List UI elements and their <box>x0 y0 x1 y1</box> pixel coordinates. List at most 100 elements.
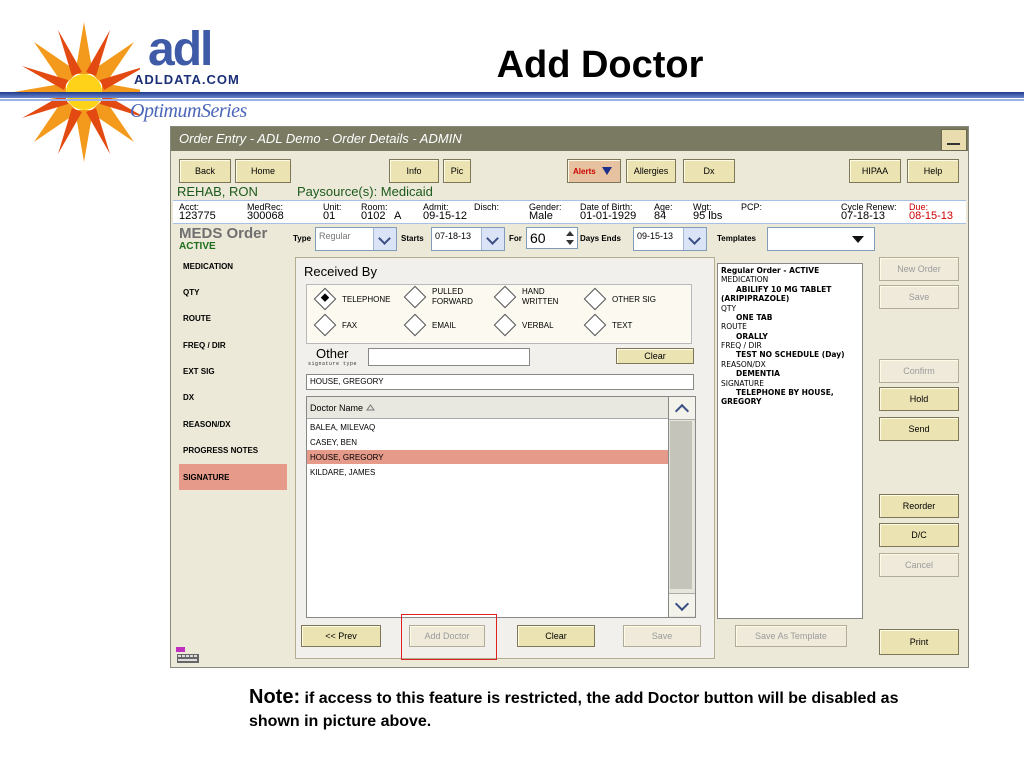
sidebar-item-ext-sig[interactable]: EXT SIG <box>179 358 287 384</box>
keyboard-icon[interactable] <box>175 646 201 665</box>
back-button[interactable]: Back <box>179 159 231 183</box>
alerts-label: Alerts <box>573 166 596 176</box>
note-text: if access to this feature is restricted,… <box>249 690 899 730</box>
triangle-down-icon <box>852 236 864 243</box>
note-label: Note: <box>249 686 301 708</box>
signature-panel: Received By TELEPHONE PULLED FORWARD HAND … <box>295 257 715 659</box>
templates-select[interactable] <box>767 227 875 251</box>
scroll-up-button[interactable] <box>669 397 695 420</box>
window-titlebar: Order Entry - ADL Demo - Order Details -… <box>171 127 968 151</box>
table-row[interactable]: KILDARE, JAMES <box>307 465 669 479</box>
sidebar-item-freq-dir[interactable]: FREQ / DIR <box>179 332 287 358</box>
templates-label: Templates <box>717 234 756 243</box>
age-value: 84 <box>654 210 667 222</box>
type-label: Type <box>293 234 312 243</box>
clear-button[interactable]: Clear <box>517 625 595 647</box>
for-stepper[interactable]: 60 <box>526 227 578 249</box>
alerts-button[interactable]: Alerts <box>567 159 621 183</box>
radio-email[interactable]: EMAIL <box>403 313 457 337</box>
hold-button[interactable]: Hold <box>879 387 959 411</box>
diamond-radio-icon <box>313 287 337 311</box>
diamond-radio-icon <box>493 313 517 337</box>
signature-value-field[interactable]: HOUSE, GREGORY <box>306 374 694 390</box>
days-ends-label: Days Ends <box>580 234 621 243</box>
save-as-template-button[interactable]: Save As Template <box>735 625 847 647</box>
preview-line: DEMENTIA <box>736 369 780 379</box>
order-entry-window: Order Entry - ADL Demo - Order Details -… <box>170 126 969 668</box>
pic-button[interactable]: Pic <box>443 159 471 183</box>
sidebar-item-route[interactable]: ROUTE <box>179 305 287 331</box>
cycle-renew-value: 07-18-13 <box>841 210 886 222</box>
radio-text[interactable]: TEXT <box>583 313 633 337</box>
scroll-thumb[interactable] <box>670 421 692 589</box>
hipaa-button[interactable]: HIPAA <box>849 159 901 183</box>
sidebar-item-medication[interactable]: MEDICATION <box>179 253 287 279</box>
radio-hand-written[interactable]: HAND WRITTEN <box>493 286 580 309</box>
save-right-button[interactable]: Save <box>879 285 959 309</box>
stepper-icon <box>566 231 574 245</box>
dc-button[interactable]: D/C <box>879 523 959 547</box>
patient-name: REHAB, RON <box>177 184 258 199</box>
preview-line: ROUTE <box>721 322 747 332</box>
home-button[interactable]: Home <box>235 159 291 183</box>
doctor-list-header[interactable]: Doctor Name <box>307 397 669 419</box>
preview-line: REASON/DX <box>721 359 766 369</box>
print-button[interactable]: Print <box>879 629 959 655</box>
table-row[interactable]: CASEY, BEN <box>307 435 669 449</box>
prev-button[interactable]: << Prev <box>301 625 381 647</box>
help-button[interactable]: Help <box>907 159 959 183</box>
allergies-button[interactable]: Allergies <box>626 159 676 183</box>
type-select[interactable]: Regular <box>315 227 397 251</box>
brand-series: OptimumSeries <box>130 100 247 122</box>
save-button[interactable]: Save <box>623 625 701 647</box>
add-doctor-highlight <box>401 614 497 660</box>
sort-up-icon <box>366 404 375 411</box>
send-button[interactable]: Send <box>879 417 959 441</box>
clear-other-button[interactable]: Clear <box>616 348 694 364</box>
radio-telephone[interactable]: TELEPHONE <box>313 287 390 311</box>
diamond-radio-icon <box>403 286 427 309</box>
window-title: Order Entry - ADL Demo - Order Details -… <box>179 131 462 146</box>
table-row[interactable]: HOUSE, GREGORY <box>307 450 669 464</box>
radio-fax[interactable]: FAX <box>313 313 357 337</box>
reorder-button[interactable]: Reorder <box>879 494 959 518</box>
scroll-down-button[interactable] <box>669 593 695 616</box>
preview-line: SIGNATURE <box>721 378 764 388</box>
doctor-list-scrollbar[interactable] <box>668 396 696 618</box>
sidebar-item-progress-notes[interactable]: PROGRESS NOTES <box>179 437 287 463</box>
minimize-icon <box>947 143 960 145</box>
table-row[interactable]: BALEA, MILEVAQ <box>307 420 669 434</box>
preview-line: (ARIPIPRAZOLE) <box>721 294 790 304</box>
preview-line: Regular Order - ACTIVE <box>721 266 820 275</box>
radio-pulled-forward[interactable]: PULLED FORWARD <box>403 286 490 309</box>
minimize-button[interactable] <box>941 129 967 151</box>
sidebar-item-signature[interactable]: SIGNATURE <box>179 464 287 490</box>
new-order-button[interactable]: New Order <box>879 257 959 281</box>
received-by-options: TELEPHONE PULLED FORWARD HAND WRITTEN OTHER… <box>306 284 692 344</box>
radio-label: EMAIL <box>432 320 457 330</box>
other-label: Other <box>316 346 349 361</box>
doctor-name-header: Doctor Name <box>310 402 364 413</box>
sidebar-item-dx[interactable]: DX <box>179 384 287 410</box>
disch-label: Disch: <box>474 202 500 212</box>
starts-select[interactable]: 07-18-13 <box>431 227 505 251</box>
wgt-value: 95 lbs <box>693 210 723 222</box>
radio-label: TEXT <box>612 320 633 330</box>
sidebar-item-qty[interactable]: QTY <box>179 279 287 305</box>
confirm-button[interactable]: Confirm <box>879 359 959 383</box>
order-title: MEDS Order <box>179 225 268 242</box>
radio-verbal[interactable]: VERBAL <box>493 313 554 337</box>
room-value: 0102 A <box>361 210 402 222</box>
dx-button[interactable]: Dx <box>683 159 735 183</box>
doctor-list: Doctor Name BALEA, MILEVAQ CASEY, BEN HOUS… <box>306 396 670 618</box>
dob-value: 01-01-1929 <box>580 210 637 222</box>
for-value: 60 <box>530 230 546 246</box>
ends-select[interactable]: 09-15-13 <box>633 227 707 251</box>
starts-value: 07-18-13 <box>435 231 472 241</box>
radio-other-sig[interactable]: OTHER SIG <box>583 287 656 311</box>
sidebar-item-reason-dx[interactable]: REASON/DX <box>179 411 287 437</box>
other-signature-input[interactable] <box>368 348 530 366</box>
info-button[interactable]: Info <box>389 159 439 183</box>
starts-label: Starts <box>401 234 424 243</box>
cancel-button[interactable]: Cancel <box>879 553 959 577</box>
